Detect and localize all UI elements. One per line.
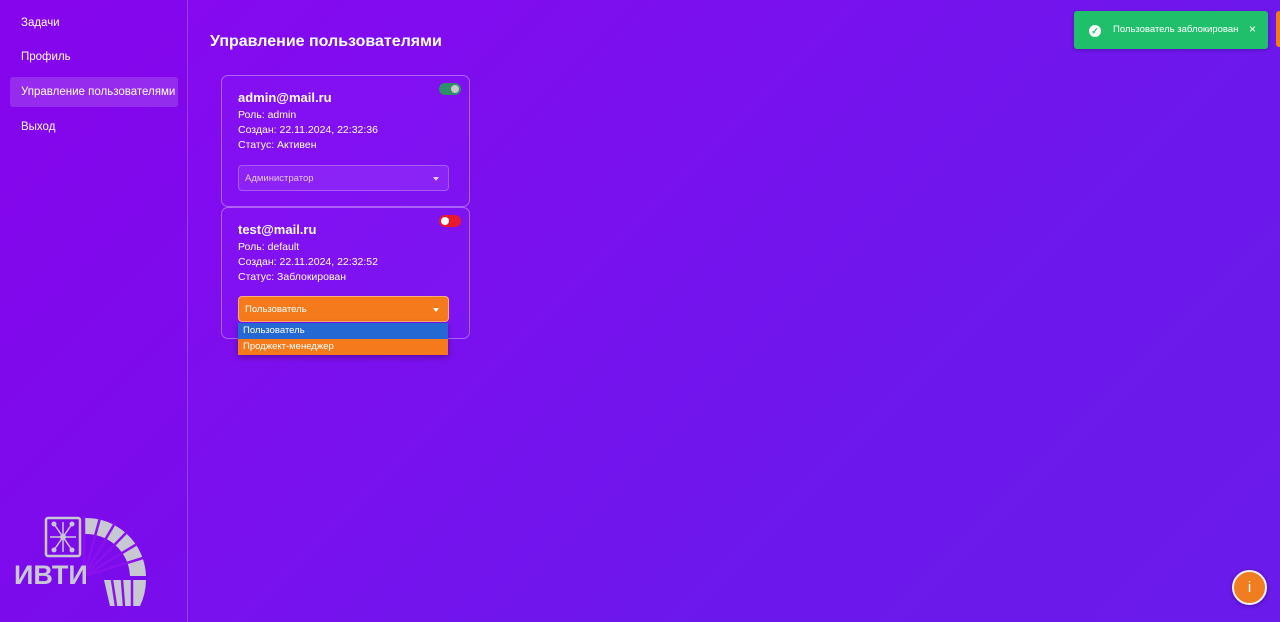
sidebar-item-logout[interactable]: Выход [10,112,178,142]
sidebar-item-tasks[interactable]: Задачи [10,8,178,38]
ivti-logo: ИВТИ [14,516,146,607]
role-select-value: Администратор [245,173,314,184]
check-icon: ✓ [1089,25,1101,37]
chevron-down-icon [433,308,439,312]
edge-tab [1276,11,1280,47]
role-select[interactable]: Пользователь [238,296,449,322]
option-user[interactable]: Пользователь [238,323,448,339]
sidebar: Задачи Профиль Управление пользователями… [0,0,188,622]
user-status: Статус: Активен [238,139,317,151]
active-toggle[interactable] [439,215,461,227]
user-card-test: test@mail.ru Роль: default Создан: 22.11… [221,207,470,339]
role-select-value: Пользователь [245,304,307,315]
close-icon[interactable]: × [1249,22,1256,36]
chevron-down-icon [433,177,439,181]
user-email: test@mail.ru [238,222,317,237]
sidebar-item-user-management[interactable]: Управление пользователями [10,77,178,107]
user-created: Создан: 22.11.2024, 22:32:52 [238,256,378,268]
option-project-manager[interactable]: Проджект-менеджер [238,339,448,355]
info-button[interactable]: i [1232,570,1267,605]
user-role: Роль: admin [238,109,297,121]
role-dropdown-menu: Пользователь Проджект-менеджер [238,323,448,355]
user-status: Статус: Заблокирован [238,271,347,283]
user-role: Роль: default [238,241,300,253]
toast-notification: ✓ Пользователь заблокирован × [1074,11,1268,49]
active-toggle[interactable] [439,83,461,95]
role-select[interactable]: Администратор [238,165,449,191]
toggle-knob [441,217,449,225]
toggle-knob [451,85,459,93]
sidebar-item-profile[interactable]: Профиль [10,42,178,72]
user-card-admin: admin@mail.ru Роль: admin Создан: 22.11.… [221,75,470,207]
user-created: Создан: 22.11.2024, 22:32:36 [238,124,378,136]
user-email: admin@mail.ru [238,90,332,105]
logo-text: ИВТИ [14,560,88,590]
page-title: Управление пользователями [210,33,442,50]
toast-message: Пользователь заблокирован [1113,24,1239,35]
